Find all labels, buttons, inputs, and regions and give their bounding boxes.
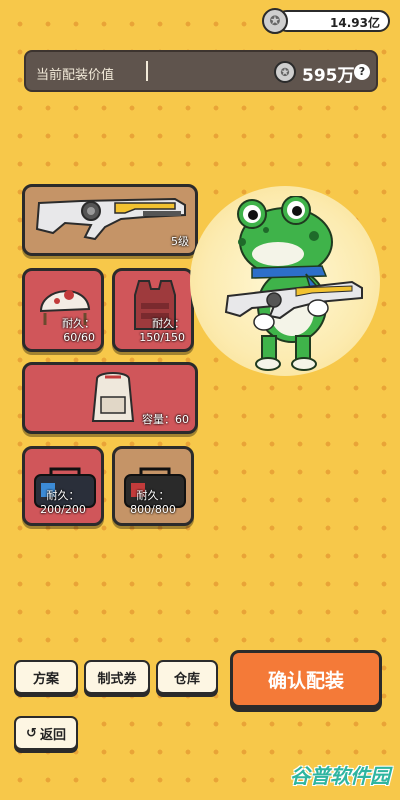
divider: [146, 61, 148, 81]
helmet-slot[interactable]: 耐久： 60/60: [22, 268, 104, 352]
back-label: 返回: [39, 727, 66, 743]
loadout-value-label: 当前配装价值: [36, 68, 115, 83]
help-icon[interactable]: ?: [354, 64, 370, 80]
back-arrow-icon: ↺: [26, 725, 37, 741]
silver-coin-icon: ✪: [262, 8, 288, 34]
weapon-slot[interactable]: 5级: [22, 184, 198, 256]
armor-slot[interactable]: 耐久： 150/150: [112, 268, 194, 352]
safe-durability: 800/800: [130, 503, 176, 516]
backpack-capacity: 容量：60: [142, 413, 189, 426]
rifle-icon: [35, 197, 186, 241]
currency-amount: 14.93亿: [276, 10, 390, 32]
safe-durability-label: 耐久：: [136, 489, 170, 502]
silver-coin-icon: ✪: [274, 61, 296, 83]
backpack-icon: [91, 372, 135, 422]
currency-display: ✪ 14.93亿: [262, 8, 390, 34]
warehouse-button[interactable]: 仓库: [156, 660, 218, 694]
helmet-durability-label: 耐久：: [62, 317, 95, 330]
container-slot-right[interactable]: 耐久： 800/800: [112, 446, 194, 526]
weapon-level: 5级: [171, 235, 189, 248]
frog-character: [224, 196, 363, 371]
loadout-value-bar: 当前配装价值 ✪ 595万 ?: [24, 50, 378, 92]
backpack-slot[interactable]: 容量：60: [22, 362, 198, 434]
back-button[interactable]: ↺ 返回: [14, 716, 78, 750]
armor-durability-label: 耐久：: [152, 317, 185, 330]
confirm-loadout-button[interactable]: 确认配装: [230, 650, 382, 708]
watermark: 谷普软件园: [290, 764, 390, 788]
ticket-button[interactable]: 制式券: [84, 660, 150, 694]
case-durability-label: 耐久：: [46, 489, 80, 502]
loadout-value-amount: 595万: [302, 66, 355, 86]
case-durability: 200/200: [40, 503, 86, 516]
armor-durability: 150/150: [139, 331, 185, 344]
plan-button[interactable]: 方案: [14, 660, 78, 694]
container-slot-left[interactable]: 耐久： 200/200: [22, 446, 104, 526]
helmet-durability: 60/60: [63, 331, 95, 344]
